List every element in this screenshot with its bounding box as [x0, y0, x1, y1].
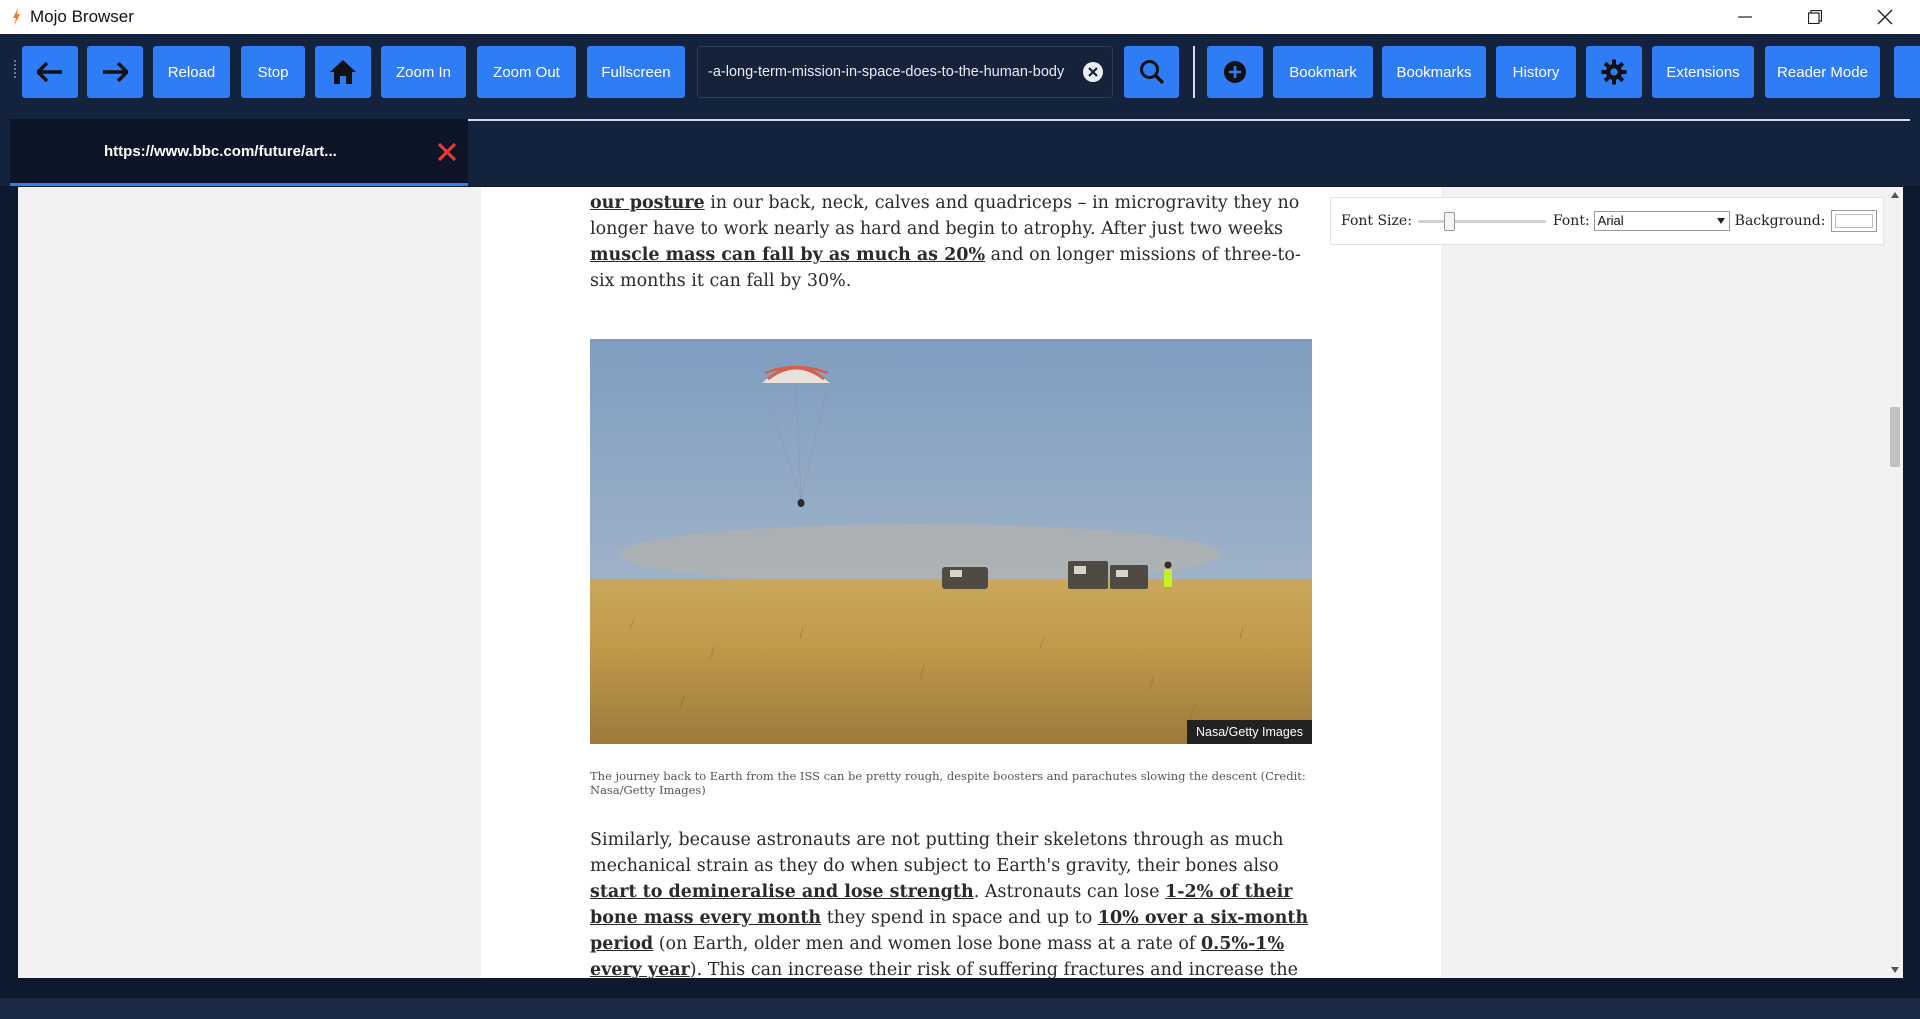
- new-tab-button[interactable]: [1207, 46, 1263, 98]
- home-icon: [330, 60, 356, 84]
- back-arrow-icon: [37, 62, 62, 82]
- article-photo: Nasa/Getty Images: [590, 339, 1312, 744]
- article-link[interactable]: start to demineralise and lose strength: [590, 882, 974, 902]
- clear-icon: [1088, 67, 1098, 77]
- minimize-icon: [1738, 16, 1752, 18]
- page-viewport[interactable]: our posture in our back, neck, calves an…: [18, 187, 1903, 978]
- close-tab-icon: [437, 142, 457, 162]
- zoom-in-button[interactable]: Zoom In: [381, 46, 466, 98]
- tab-title: https://www.bbc.com/future/art...: [104, 142, 337, 160]
- background-color-picker[interactable]: [1831, 210, 1878, 232]
- address-bar[interactable]: -a-long-term-mission-in-space-does-to-th…: [697, 46, 1113, 98]
- article-paragraph: our posture in our back, neck, calves an…: [590, 190, 1312, 294]
- font-size-slider[interactable]: [1417, 211, 1546, 231]
- paragraph-text: (on Earth, older men and women lose bone…: [653, 934, 1201, 954]
- extensions-button[interactable]: Extensions: [1652, 46, 1754, 98]
- search-button[interactable]: [1124, 46, 1179, 98]
- page-scrollbar[interactable]: [1887, 187, 1903, 978]
- bookmark-button[interactable]: Bookmark: [1273, 46, 1373, 98]
- scroll-down-arrow-icon[interactable]: [1891, 967, 1899, 973]
- image-credit: Nasa/Getty Images: [1187, 720, 1312, 744]
- window-controls: [1710, 0, 1920, 34]
- zoom-out-button[interactable]: Zoom Out: [477, 46, 576, 98]
- mojo-logo-icon: [6, 7, 26, 27]
- home-button[interactable]: [315, 46, 371, 98]
- search-icon: [1139, 60, 1164, 85]
- paragraph-text: . Astronauts can lose: [973, 882, 1166, 902]
- font-select-value: Arial: [1597, 213, 1624, 228]
- history-button[interactable]: History: [1496, 46, 1576, 98]
- settings-button[interactable]: [1586, 46, 1642, 98]
- navigation-toolbar: Reload Stop Zoom In Zoom Out Fullscreen …: [0, 34, 1920, 110]
- forward-button[interactable]: [87, 46, 143, 98]
- reader-controls: Font Size: Font: Arial Background:: [1330, 197, 1884, 245]
- article-link[interactable]: our posture: [590, 193, 705, 213]
- close-window-button[interactable]: [1850, 0, 1920, 34]
- reader-mode-button[interactable]: Reader Mode: [1765, 46, 1880, 98]
- font-size-label: Font Size:: [1341, 213, 1412, 229]
- article-link[interactable]: muscle mass can fall by as much as 20%: [590, 245, 985, 265]
- bookmarks-button[interactable]: Bookmarks: [1382, 46, 1486, 98]
- minimize-button[interactable]: [1710, 0, 1780, 34]
- restore-icon: [1808, 10, 1822, 24]
- font-label: Font:: [1552, 213, 1590, 229]
- close-tab-button[interactable]: [434, 139, 460, 165]
- close-icon: [1877, 9, 1893, 25]
- tab-bar-divider: [468, 119, 1910, 121]
- title-bar: Mojo Browser: [0, 0, 1920, 34]
- clear-url-button[interactable]: [1083, 62, 1103, 82]
- slider-thumb[interactable]: [1443, 212, 1455, 231]
- scroll-up-arrow-icon[interactable]: [1891, 192, 1899, 198]
- forward-arrow-icon: [103, 62, 128, 82]
- color-swatch: [1835, 214, 1874, 228]
- toolbar-grip[interactable]: [12, 58, 18, 78]
- tab-active[interactable]: https://www.bbc.com/future/art...: [10, 119, 468, 186]
- stop-button[interactable]: Stop: [241, 46, 305, 98]
- status-bar: [0, 998, 1920, 1019]
- reload-button[interactable]: Reload: [153, 46, 230, 98]
- gear-icon: [1601, 59, 1627, 85]
- back-button[interactable]: [22, 46, 78, 98]
- toolbar-separator: [1193, 46, 1195, 98]
- tab-bar: https://www.bbc.com/future/art...: [0, 110, 1920, 186]
- toolbar-overflow-button[interactable]: [1894, 46, 1920, 98]
- image-caption: The journey back to Earth from the ISS c…: [590, 769, 1306, 797]
- chevron-down-icon: [1716, 218, 1725, 224]
- plus-circle-icon: [1224, 61, 1246, 83]
- article-column: our posture in our back, neck, calves an…: [481, 187, 1441, 978]
- background-label: Background:: [1734, 213, 1826, 229]
- article-paragraph: Similarly, because astronauts are not pu…: [590, 827, 1312, 978]
- font-select[interactable]: Arial: [1593, 211, 1730, 231]
- paragraph-text: Similarly, because astronauts are not pu…: [590, 830, 1284, 876]
- window-title: Mojo Browser: [30, 7, 134, 26]
- capsule-landing-image: [590, 339, 1312, 744]
- paragraph-text: they spend in space and up to: [821, 908, 1098, 928]
- paragraph-text: ). This can increase their risk of suffe…: [689, 960, 1299, 978]
- slider-track: [1417, 220, 1546, 223]
- scrollbar-thumb[interactable]: [1890, 407, 1900, 467]
- url-input[interactable]: -a-long-term-mission-in-space-does-to-th…: [708, 64, 1078, 80]
- restore-button[interactable]: [1780, 0, 1850, 34]
- fullscreen-button[interactable]: Fullscreen: [587, 46, 685, 98]
